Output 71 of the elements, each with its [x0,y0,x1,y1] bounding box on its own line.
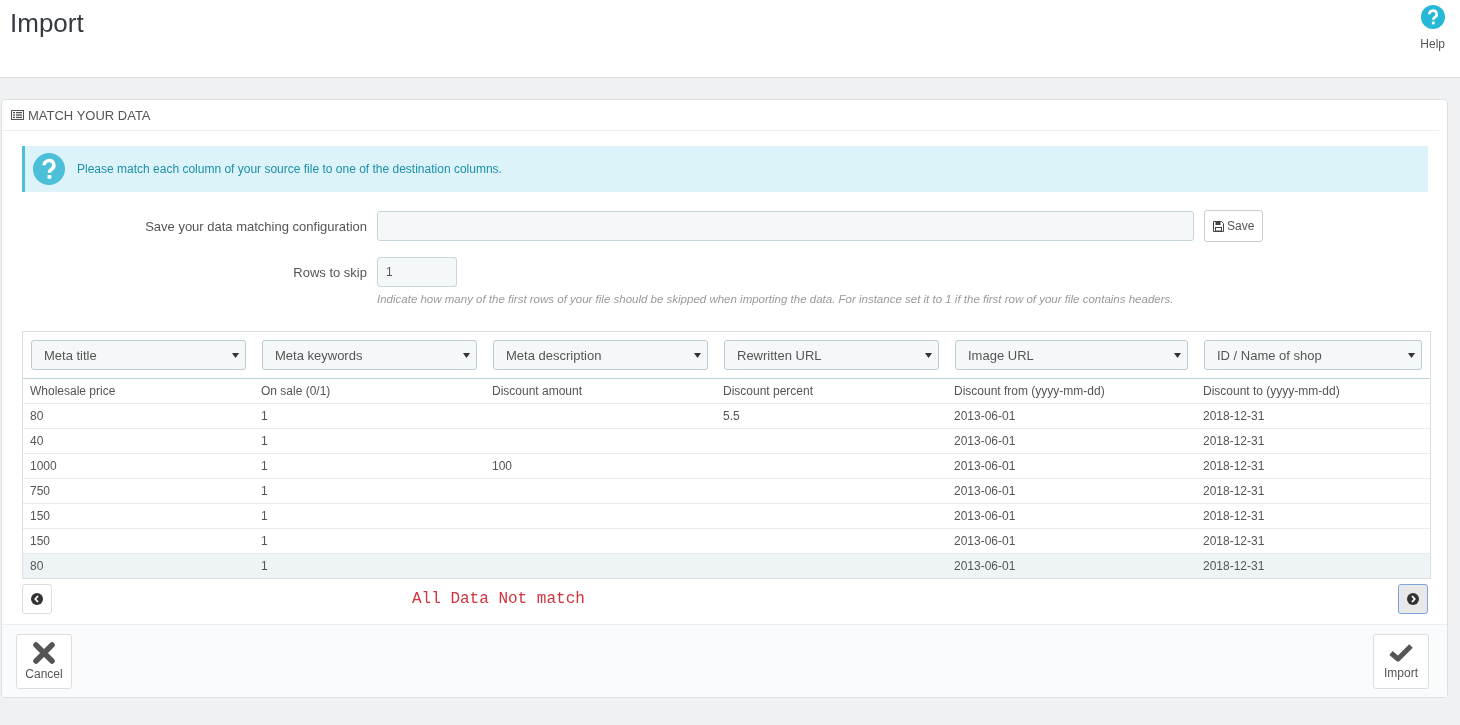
right-chevron-circle-icon [1407,593,1419,605]
table-cell: 2018-12-31 [1203,409,1265,423]
caret-icon [1174,352,1181,358]
table-cell: 1 [261,409,268,423]
checkmark-icon [1388,642,1414,663]
table-cell: 1 [261,434,268,448]
caret-icon [232,352,239,358]
caret-icon [925,352,932,358]
table-cell: 80 [30,409,44,423]
help-text: Indicate how many of the first rows of your file should be skipped when importing the data. For instance set it to 1 if the first row of your file contains headers. [377,293,1175,305]
table-cell: 1000 [30,459,57,473]
column-dropdown[interactable]: Rewritten URL [724,340,939,370]
column-dropdown[interactable]: Meta title [31,340,246,370]
table-cell: 2013-06-01 [954,409,1016,423]
column-header: Discount amount [491,383,584,400]
table-cell: 100 [492,459,513,473]
column-dropdown[interactable]: Meta description [493,340,708,370]
cancel-button[interactable]: Cancel [16,633,72,689]
table-cell: 2013-06-01 [954,534,1016,548]
column-header: On sale (0/1) [260,383,332,400]
column-dropdown[interactable]: Image URL [955,340,1188,370]
table-cell: 2013-06-01 [954,484,1016,498]
table-cell: 2018-12-31 [1203,484,1265,498]
column-header: Discount to (yyyy-mm-dd) [1202,383,1341,400]
table-cell: 150 [30,534,51,548]
table-cell: 1 [261,534,268,548]
table-cell: 2018-12-31 [1203,509,1265,523]
alert-text: Please match each column of your source file to one of the destination columns. [77,162,502,176]
caret-icon [694,352,701,358]
column-header: Wholesale price [29,383,117,400]
table-cell: 5.5 [723,409,740,423]
table-cell: 2018-12-31 [1203,459,1265,473]
column-header: Discount percent [722,383,815,400]
table-cell: 2018-12-31 [1203,434,1265,448]
table-cell: 1 [261,459,268,473]
table-cell: 2018-12-31 [1203,559,1265,573]
save-button[interactable]: Save [1204,210,1264,242]
table-cell: 150 [30,509,51,523]
caret-icon [463,352,470,358]
field-label: Rows to skip [292,264,368,280]
table-cell: 2013-06-01 [954,509,1016,523]
rows-to-skip-field[interactable]: 1 [377,257,457,287]
table-cell: 2013-06-01 [954,434,1016,448]
column-dropdown[interactable]: Meta keywords [262,340,477,370]
table-cell: 2013-06-01 [954,559,1016,573]
import-button[interactable]: Import [1373,633,1429,689]
field-label: Save your data matching configuration [144,218,368,234]
annotation-text: All Data Not match [411,590,586,608]
question-icon [33,153,65,185]
column-header: Discount from (yyyy-mm-dd) [953,383,1106,400]
next-button[interactable] [1398,584,1428,614]
caret-icon [1408,352,1415,358]
table-cell: 2013-06-01 [954,459,1016,473]
floppy-icon [1213,220,1224,232]
page-title: Import [10,8,84,39]
table-cell: 40 [30,434,44,448]
table-cell: 1 [261,484,268,498]
table-cell: 1 [261,559,268,573]
table-cell: 2018-12-31 [1203,534,1265,548]
left-chevron-circle-icon [31,593,43,605]
panel-title: MATCH YOUR DATA [28,107,151,123]
column-dropdown[interactable]: ID / Name of shop [1204,340,1422,370]
help-link[interactable]: Help [1420,5,1445,51]
list-icon [11,110,24,120]
table-cell: 80 [30,559,44,573]
help-icon [1420,5,1445,29]
table-cell: 1 [261,509,268,523]
close-icon [33,641,55,664]
previous-button[interactable] [22,584,52,614]
config-name-field[interactable] [377,211,1194,241]
table-cell: 750 [30,484,51,498]
